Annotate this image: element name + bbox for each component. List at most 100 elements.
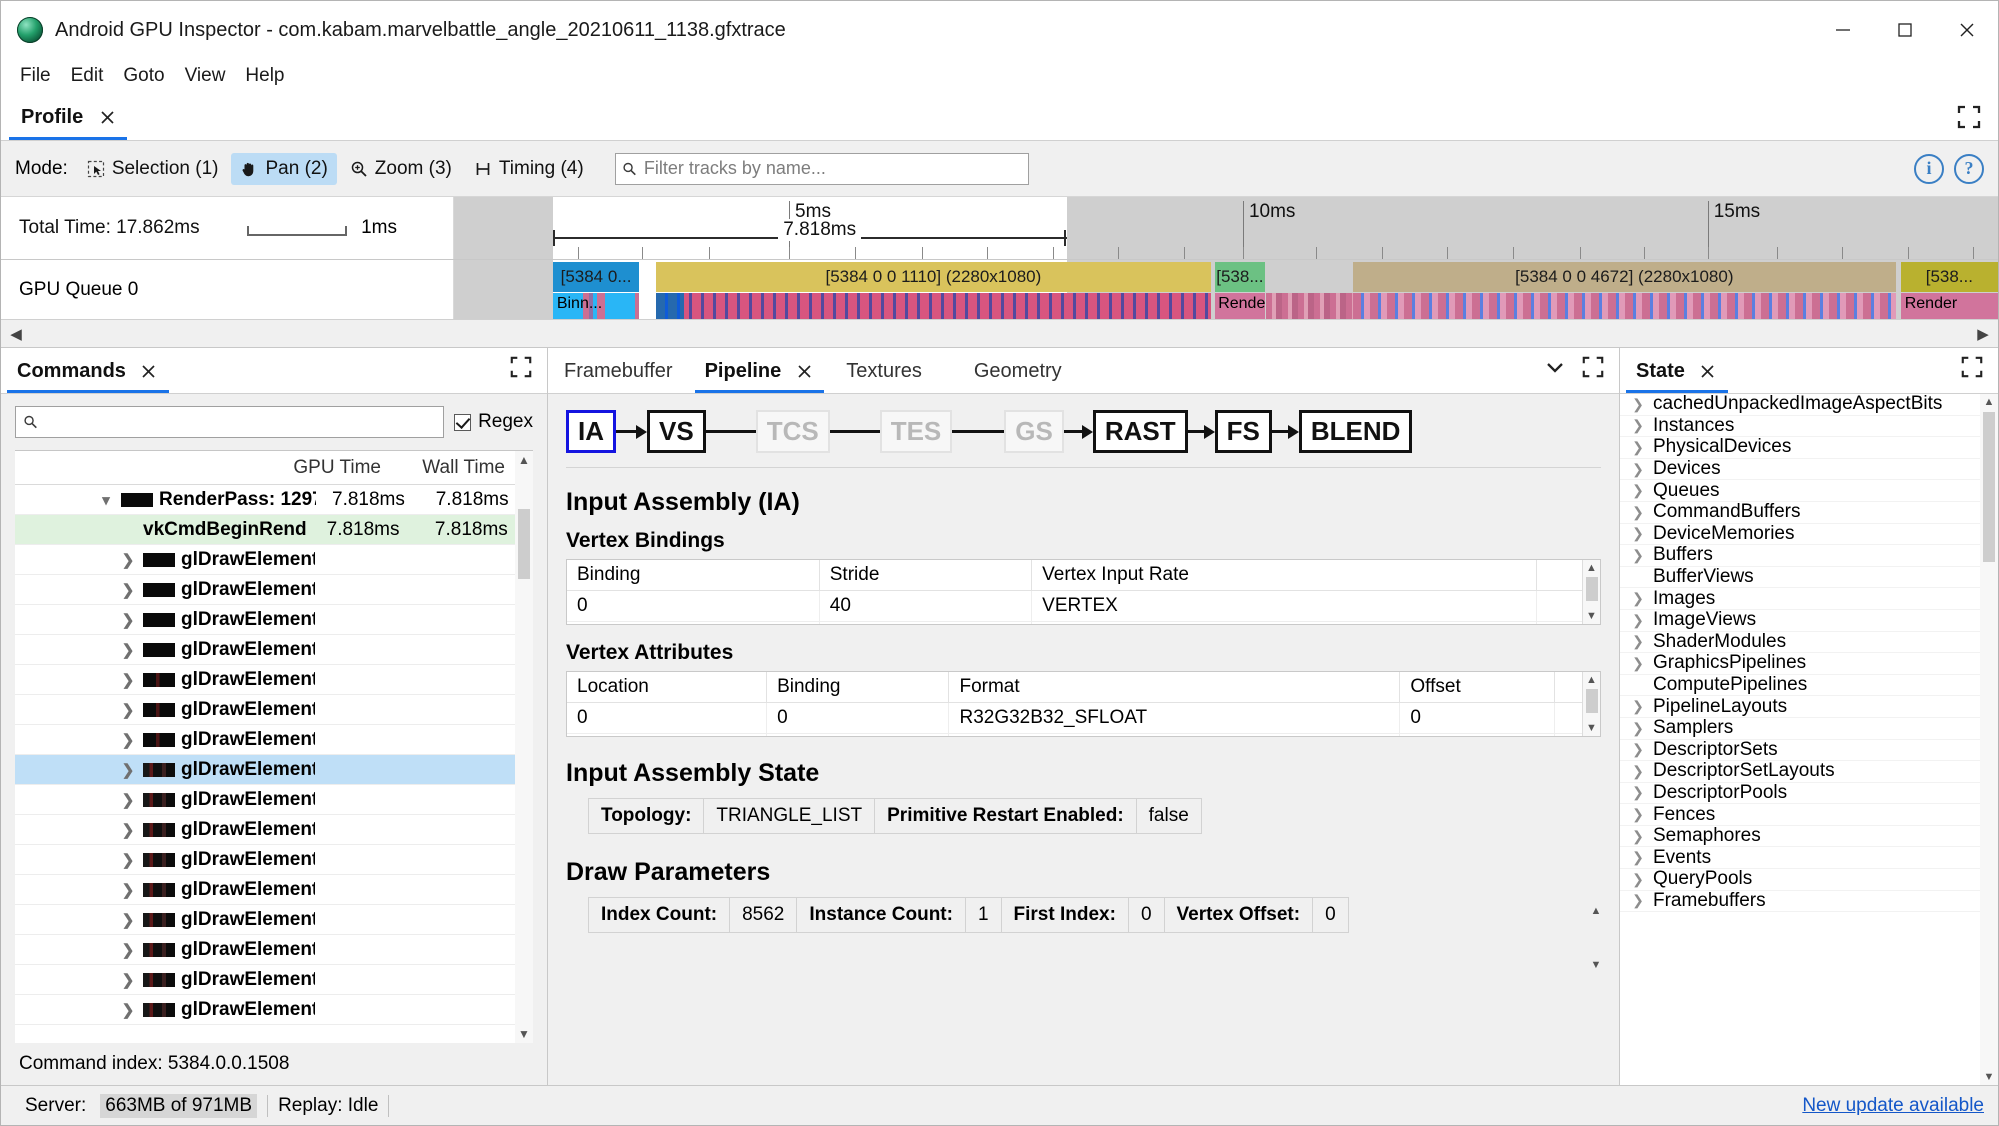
regex-toggle[interactable]: Regex: [454, 411, 533, 433]
commands-search-field[interactable]: [15, 406, 445, 438]
table-row[interactable]: ❯ glDrawElements(co: [15, 725, 533, 755]
expand-icon[interactable]: [509, 355, 533, 385]
timeline-ruler[interactable]: 5ms 10ms 15ms 7.818ms: [454, 197, 1998, 259]
chevron-down-icon[interactable]: ▾: [97, 491, 115, 509]
pipeline-stage-ia[interactable]: IA: [566, 410, 616, 453]
mode-zoom-button[interactable]: Zoom (3): [341, 153, 461, 185]
track-bar[interactable]: [5384 0 0 1110] (2280x1080): [656, 262, 1211, 292]
state-tree-item[interactable]: ❯ ImageViews: [1620, 609, 1980, 632]
info-icon[interactable]: i: [1914, 153, 1944, 184]
scroll-up-icon[interactable]: ▲: [1583, 560, 1600, 576]
filter-tracks-field[interactable]: [614, 152, 1029, 185]
chevron-right-icon[interactable]: ❯: [1630, 482, 1646, 499]
chevron-right-icon[interactable]: ❯: [119, 911, 137, 929]
close-icon[interactable]: [794, 361, 814, 381]
chevron-right-icon[interactable]: ❯: [119, 971, 137, 989]
state-tree-item[interactable]: ❯ CommandBuffers: [1620, 501, 1980, 524]
chevron-down-icon[interactable]: [1543, 355, 1567, 385]
menu-file[interactable]: File: [11, 62, 60, 90]
state-tree-item[interactable]: ❯ PhysicalDevices: [1620, 436, 1980, 459]
expand-icon[interactable]: [1581, 355, 1605, 385]
scroll-left-icon[interactable]: ◀: [1, 321, 31, 347]
scroll-down-icon[interactable]: ▼: [515, 1025, 533, 1043]
chevron-right-icon[interactable]: ❯: [119, 551, 137, 569]
chevron-right-icon[interactable]: ❯: [1630, 763, 1646, 780]
menu-view[interactable]: View: [176, 62, 235, 90]
state-tree-item[interactable]: ComputePipelines: [1620, 674, 1980, 697]
close-icon[interactable]: [1698, 361, 1718, 381]
track-bar[interactable]: [538...: [1215, 262, 1265, 292]
state-tree-item[interactable]: ❯ Events: [1620, 847, 1980, 870]
state-tree-item[interactable]: ❯ PipelineLayouts: [1620, 696, 1980, 718]
state-scrollbar[interactable]: ▲ ▼: [1980, 394, 1998, 1085]
chevron-right-icon[interactable]: ❯: [1630, 590, 1646, 607]
state-tree-item[interactable]: ❯ Fences: [1620, 804, 1980, 826]
state-tree-item[interactable]: ❯ GraphicsPipelines: [1620, 652, 1980, 675]
table-row[interactable]: ❯ glDrawElements(co: [15, 965, 533, 995]
state-tree-item[interactable]: ❯ ShaderModules: [1620, 631, 1980, 654]
chevron-right-icon[interactable]: ❯: [119, 581, 137, 599]
chevron-right-icon[interactable]: ❯: [119, 611, 137, 629]
table-row[interactable]: ❯ glDrawElements(co: [15, 785, 533, 815]
track-bar[interactable]: [5384 0...: [552, 262, 640, 292]
state-tree-item[interactable]: ❯ DeviceMemories: [1620, 523, 1980, 546]
table-row[interactable]: ❯ glDrawElements(co: [15, 755, 533, 785]
table-row[interactable]: 11R32G32B32_SFLOAT0: [567, 733, 1600, 736]
mode-selection-button[interactable]: Selection (1): [78, 153, 228, 185]
chevron-right-icon[interactable]: ❯: [1630, 806, 1646, 823]
table-row[interactable]: ❯ glDrawElements(co: [15, 545, 533, 575]
column-gpu-time[interactable]: GPU Time: [273, 457, 393, 479]
scroll-down-icon[interactable]: ▼: [1587, 957, 1605, 973]
timeline-scroll-track[interactable]: [31, 320, 1968, 347]
column-header[interactable]: Binding: [567, 560, 820, 591]
table-row[interactable]: ❯ glDrawElements(co: [15, 815, 533, 845]
commands-search-input[interactable]: [43, 410, 437, 434]
table-row[interactable]: ❯ glDrawElements(co: [15, 635, 533, 665]
state-tree-item[interactable]: ❯ cachedUnpackedImageAspectBits: [1620, 394, 1980, 416]
tab-framebuffer[interactable]: Framebuffer: [548, 349, 689, 393]
chevron-right-icon[interactable]: ❯: [119, 941, 137, 959]
state-tree-item[interactable]: ❯ Devices: [1620, 458, 1980, 481]
tab-commands[interactable]: Commands: [1, 349, 175, 393]
state-tree-item[interactable]: ❯ DescriptorPools: [1620, 782, 1980, 805]
commands-table-body[interactable]: ▾RenderPass: 129703677.818ms7.818msvkCmd…: [15, 485, 533, 1043]
pipeline-stage-rast[interactable]: RAST: [1092, 410, 1188, 453]
table-row[interactable]: ❯ glDrawElements(co: [15, 605, 533, 635]
menu-goto[interactable]: Goto: [114, 62, 173, 90]
column-wall-time[interactable]: Wall Time: [393, 457, 513, 479]
pipeline-stage-blend[interactable]: BLEND: [1298, 410, 1413, 453]
chevron-right-icon[interactable]: ❯: [1630, 698, 1646, 715]
column-header[interactable]: Format: [948, 672, 1401, 703]
vertex-bindings-table[interactable]: BindingStrideVertex Input Rate040VERTEX1…: [566, 559, 1601, 625]
pipeline-stage-tcs[interactable]: TCS: [755, 410, 830, 453]
scroll-down-icon[interactable]: ▼: [1583, 608, 1600, 624]
minimize-icon[interactable]: [1812, 1, 1874, 59]
track-bar[interactable]: [538...: [1900, 262, 1998, 292]
table-row[interactable]: ❯ glDrawElements(co: [15, 905, 533, 935]
vertex-bindings-scrollbar[interactable]: ▲ ▼: [1582, 560, 1600, 624]
chevron-right-icon[interactable]: ❯: [1630, 612, 1646, 629]
chevron-right-icon[interactable]: ❯: [1630, 633, 1646, 650]
state-scroll-thumb[interactable]: [1983, 412, 1995, 562]
chevron-right-icon[interactable]: ❯: [119, 791, 137, 809]
chevron-right-icon[interactable]: ❯: [1630, 655, 1646, 672]
scroll-thumb[interactable]: [1586, 689, 1598, 713]
maximize-icon[interactable]: [1874, 1, 1936, 59]
chevron-right-icon[interactable]: ❯: [1630, 720, 1646, 737]
chevron-right-icon[interactable]: ❯: [1630, 741, 1646, 758]
state-tree-item[interactable]: BufferViews: [1620, 566, 1980, 589]
chevron-right-icon[interactable]: ❯: [1630, 871, 1646, 888]
state-tree-item[interactable]: ❯ DescriptorSets: [1620, 739, 1980, 762]
state-tree-item[interactable]: ❯ DescriptorSetLayouts: [1620, 760, 1980, 783]
mode-pan-button[interactable]: Pan (2): [231, 152, 337, 185]
scroll-up-icon[interactable]: ▲: [1583, 672, 1600, 688]
commands-scroll-thumb[interactable]: [518, 509, 530, 579]
pipeline-stage-tes[interactable]: TES: [879, 410, 953, 453]
draw-parameters-scrollbar[interactable]: ▲ ▼: [1587, 903, 1605, 973]
chevron-right-icon[interactable]: ❯: [119, 851, 137, 869]
tab-geometry[interactable]: Geometry: [938, 349, 1078, 393]
table-row[interactable]: ▾ RenderPass: 12970367 7.818ms 7.818ms: [15, 485, 533, 515]
table-row[interactable]: ❯ glDrawElements(co: [15, 935, 533, 965]
scroll-up-icon[interactable]: ▲: [515, 451, 533, 469]
mode-timing-button[interactable]: Timing (4): [465, 153, 593, 185]
